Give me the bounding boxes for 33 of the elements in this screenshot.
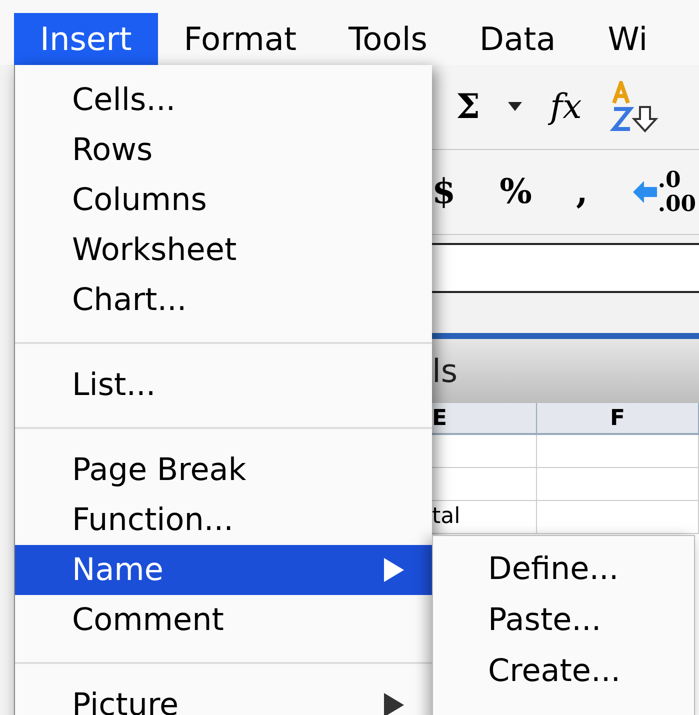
- menu-item[interactable]: Function...: [15, 495, 432, 545]
- sort-icon[interactable]: [610, 81, 660, 133]
- submenu-item[interactable]: Create...: [433, 646, 694, 697]
- submenu-arrow-icon: [384, 558, 404, 582]
- column-header[interactable]: F: [537, 403, 699, 433]
- menu-item[interactable]: Comment: [15, 595, 432, 645]
- menu-item[interactable]: List...: [15, 360, 432, 410]
- menu-item[interactable]: Rows: [15, 125, 432, 175]
- menu-bar-item[interactable]: Tools: [322, 13, 454, 65]
- left-arrow-icon: [632, 180, 658, 204]
- menu-item[interactable]: Chart...: [15, 275, 432, 325]
- toolbar-symbol[interactable]: Σ: [456, 82, 480, 132]
- formula-bar[interactable]: [432, 243, 699, 293]
- submenu-item[interactable]: Define...: [433, 544, 694, 595]
- menu-bar-item[interactable]: Format: [158, 13, 323, 65]
- decrease-decimal-button[interactable]: .0 .00: [632, 168, 696, 216]
- menu-item[interactable]: Worksheet: [15, 225, 432, 275]
- menu-item[interactable]: Cells...: [15, 75, 432, 125]
- menu-bar-item[interactable]: Insert: [14, 13, 158, 65]
- toolbar-symbol[interactable]: ,: [576, 166, 588, 218]
- menu-item[interactable]: Name: [15, 545, 432, 595]
- submenu-item[interactable]: Paste...: [433, 595, 694, 646]
- menu-item[interactable]: Page Break: [15, 445, 432, 495]
- submenu-arrow-icon: [384, 693, 404, 715]
- toolbar-symbol[interactable]: %: [500, 166, 532, 218]
- menu-item[interactable]: Columns: [15, 175, 432, 225]
- menu-bar-item[interactable]: Wi: [582, 13, 674, 65]
- toolbar-symbol[interactable]: $: [432, 166, 456, 218]
- menu-bar-item[interactable]: Data: [453, 13, 582, 65]
- caret-icon[interactable]: [508, 102, 522, 112]
- menu-item[interactable]: Picture: [15, 680, 432, 715]
- function-button[interactable]: fx: [550, 82, 582, 132]
- window-title: ls: [432, 351, 458, 392]
